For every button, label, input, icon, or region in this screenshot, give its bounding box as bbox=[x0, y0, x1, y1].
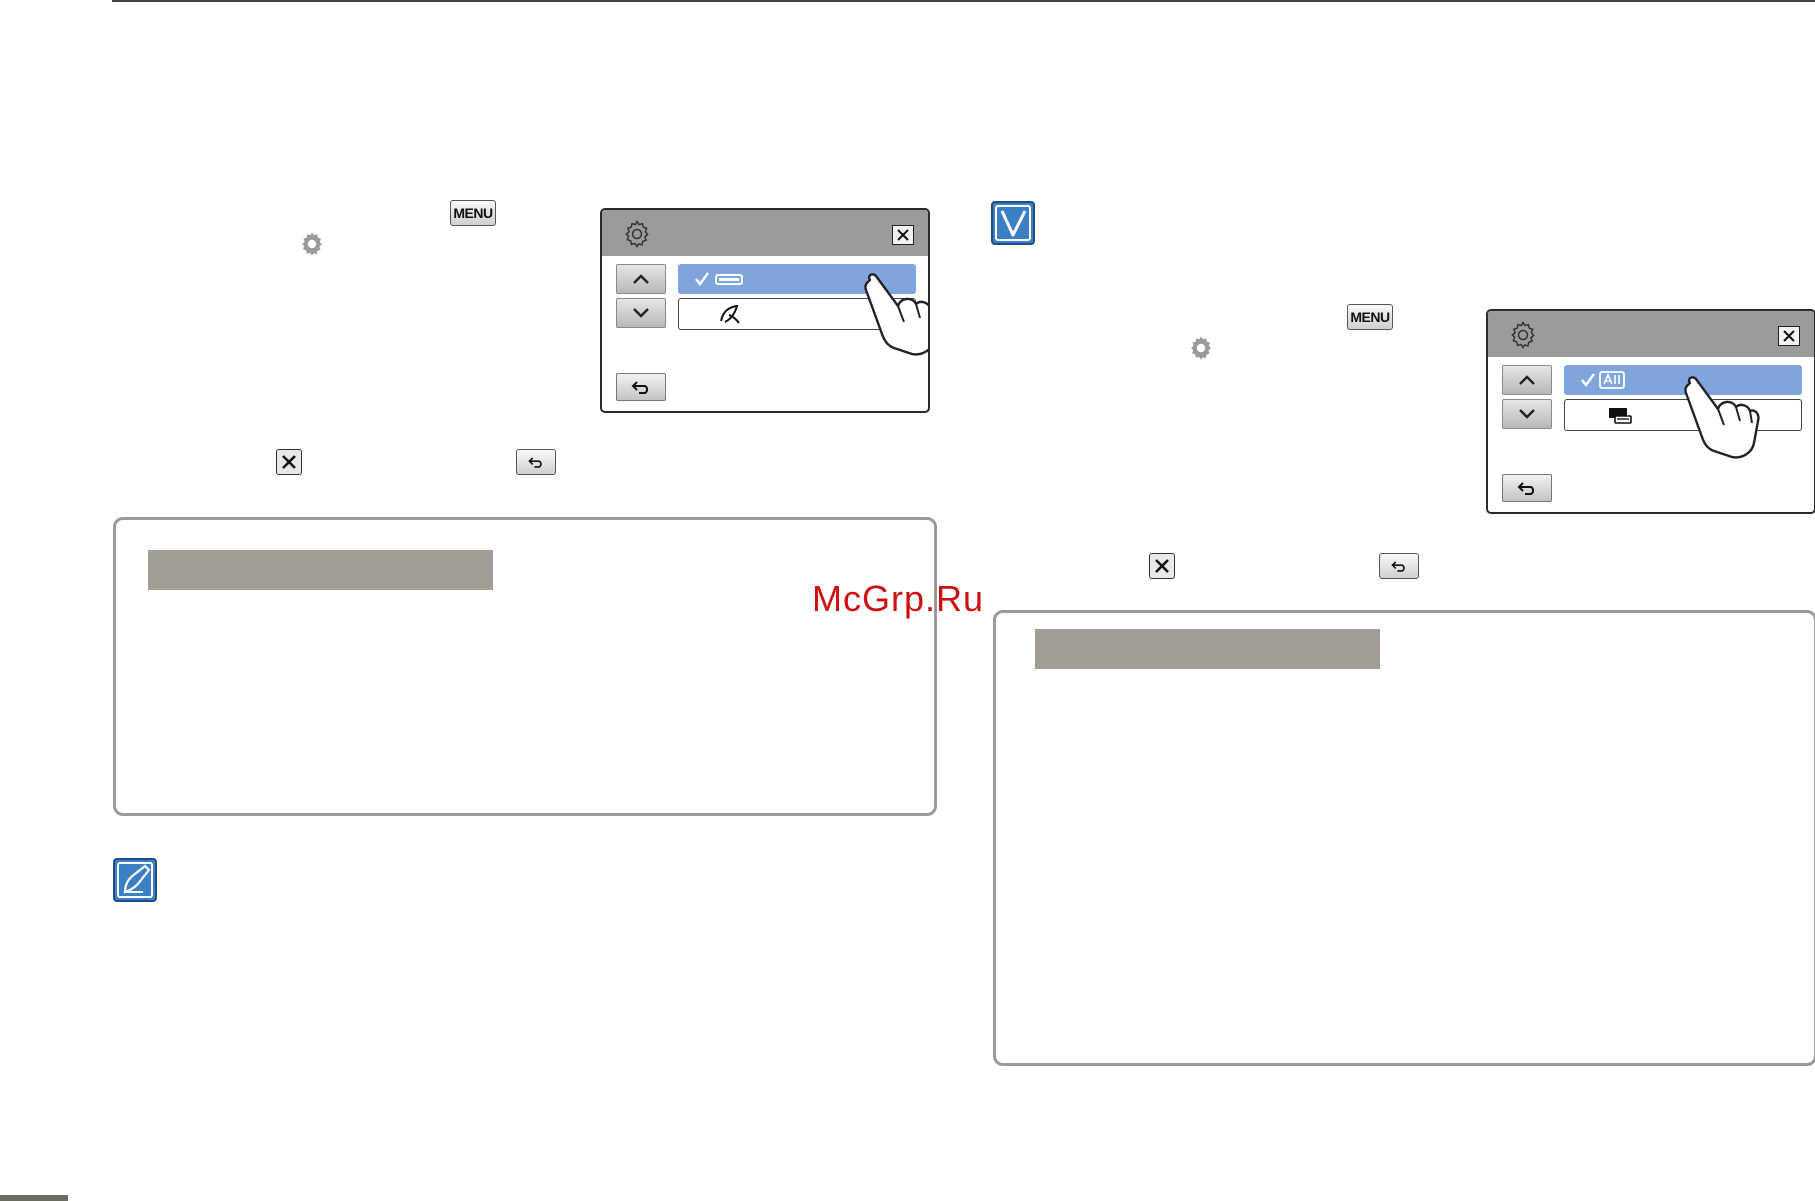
gear-icon bbox=[302, 232, 322, 256]
back-key-icon bbox=[516, 449, 556, 475]
watermark-text: McGrp.Ru bbox=[812, 578, 985, 619]
scroll-up-button[interactable] bbox=[616, 264, 666, 294]
gear-icon bbox=[1191, 336, 1211, 360]
back-arrow-icon bbox=[1391, 561, 1405, 572]
hand-pointer-icon bbox=[864, 273, 928, 356]
back-button[interactable] bbox=[616, 373, 666, 401]
camera-menu-screen bbox=[1486, 309, 1815, 514]
scroll-down-button[interactable] bbox=[1502, 399, 1552, 429]
menu-key-icon: MENU bbox=[450, 200, 496, 226]
option-leaf-icon bbox=[720, 304, 740, 324]
hand-pointer-icon bbox=[1684, 376, 1760, 459]
scroll-up-button[interactable] bbox=[1502, 365, 1552, 395]
close-icon bbox=[1149, 553, 1175, 579]
close-icon[interactable] bbox=[892, 225, 914, 245]
info-panel-header-bar bbox=[1035, 629, 1380, 669]
scroll-down-button[interactable] bbox=[616, 298, 666, 328]
page-corner-tab bbox=[0, 1195, 68, 1201]
chevron-down-icon bbox=[1519, 409, 1535, 419]
menu-key-icon: MENU bbox=[1347, 304, 1393, 330]
option-wide-icon bbox=[695, 272, 743, 286]
close-icon bbox=[276, 449, 302, 475]
gear-icon bbox=[1511, 321, 1535, 349]
top-rule bbox=[112, 0, 1815, 2]
close-icon[interactable] bbox=[1778, 326, 1800, 346]
back-button[interactable] bbox=[1502, 474, 1552, 502]
back-arrow-icon bbox=[1517, 482, 1535, 495]
option-selected[interactable] bbox=[1564, 365, 1802, 395]
back-arrow-icon bbox=[528, 457, 542, 468]
camera-menu-screen bbox=[600, 208, 930, 413]
chevron-up-icon bbox=[1519, 375, 1535, 385]
back-key-icon bbox=[1379, 553, 1419, 579]
gear-icon bbox=[625, 220, 649, 248]
chevron-down-icon bbox=[633, 308, 649, 318]
chevron-up-icon bbox=[633, 274, 649, 284]
display-icon bbox=[1609, 408, 1632, 424]
checkmark-badge-icon bbox=[991, 201, 1035, 245]
option-item[interactable] bbox=[1564, 399, 1802, 431]
note-pencil-icon bbox=[113, 858, 157, 902]
auto-mode-icon bbox=[1581, 371, 1625, 389]
back-arrow-icon bbox=[631, 381, 649, 394]
info-panel-header-bar bbox=[148, 550, 493, 590]
info-panel bbox=[993, 610, 1815, 1066]
